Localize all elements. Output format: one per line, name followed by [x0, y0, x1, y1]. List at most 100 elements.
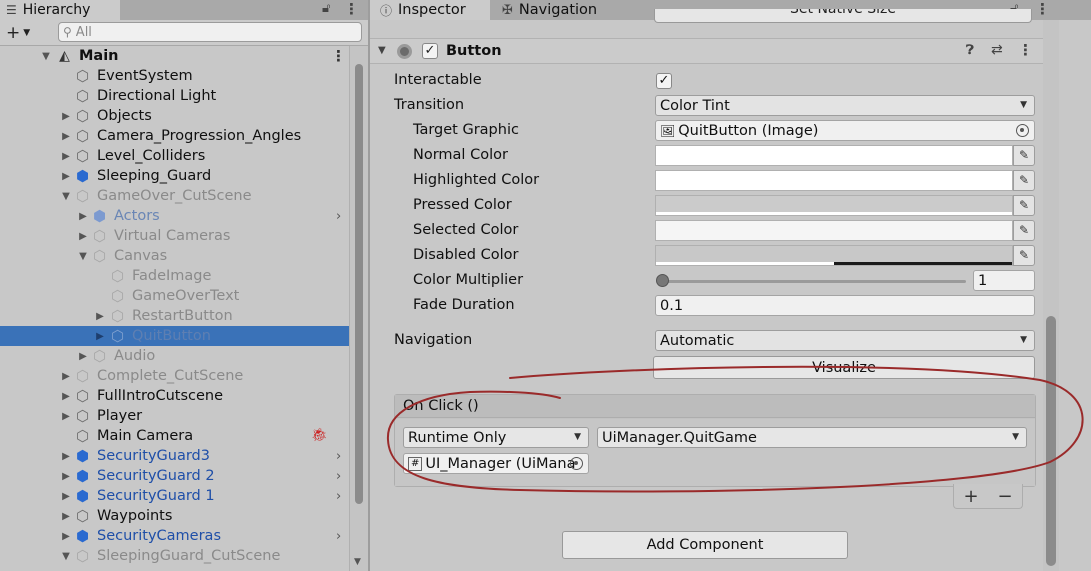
disabled-color-field[interactable]	[655, 245, 1013, 266]
expand-arrow-icon[interactable]: ▶	[60, 491, 72, 502]
tab-inspector[interactable]: ⓘ Inspector	[370, 0, 490, 20]
chevron-right-icon[interactable]: ›	[336, 469, 341, 484]
transition-dropdown[interactable]: Color Tint ▼	[655, 95, 1035, 116]
hierarchy-item[interactable]: ⬡ FadeImage	[0, 266, 349, 286]
selected-color-field[interactable]	[655, 220, 1013, 241]
expand-arrow-icon[interactable]: ▶	[60, 391, 72, 402]
chevron-right-icon[interactable]: ›	[336, 489, 341, 504]
fade-duration-input[interactable]: 0.1	[655, 295, 1035, 316]
expand-arrow-icon[interactable]: ▶	[60, 371, 72, 382]
more-options-icon[interactable]: ⋮	[1035, 0, 1050, 18]
minus-icon[interactable]: −	[997, 486, 1012, 507]
foldout-arrow-icon[interactable]: ▼	[378, 45, 386, 56]
hierarchy-item[interactable]: ▶ ⬢ SecurityCameras ›	[0, 526, 349, 546]
expand-arrow-icon[interactable]: ▼	[60, 191, 72, 202]
expand-arrow-icon[interactable]: ▶	[60, 111, 72, 122]
plus-icon[interactable]: +	[963, 486, 978, 507]
search-input[interactable]	[75, 24, 336, 40]
set-native-size-button[interactable]: Set Native Size	[654, 9, 1032, 23]
object-picker-icon[interactable]	[1016, 124, 1029, 137]
expand-arrow-icon[interactable]: ▶	[60, 151, 72, 162]
hierarchy-item[interactable]: ▶ ⬡ Virtual Cameras	[0, 226, 349, 246]
color-multiplier-input[interactable]: 1	[973, 270, 1035, 291]
hierarchy-search[interactable]: ⚲	[58, 22, 362, 42]
hierarchy-item[interactable]: ▶ ⬢ SecurityGuard 1 ›	[0, 486, 349, 506]
tab-navigation[interactable]: ✠ Navigation	[492, 0, 612, 20]
hierarchy-item[interactable]: ⬡ GameOverText	[0, 286, 349, 306]
hierarchy-item[interactable]: ⬡ Directional Light	[0, 86, 349, 106]
scene-row-main[interactable]: ▼ ◭ Main ⋮	[0, 46, 349, 66]
hierarchy-scrollbar[interactable]: ▼	[349, 46, 368, 571]
hierarchy-item[interactable]: ▶ ⬢ SecurityGuard 2 ›	[0, 466, 349, 486]
hierarchy-item[interactable]: ▶ ⬡ Complete_CutScene	[0, 366, 349, 386]
expand-arrow-icon[interactable]: ▶	[60, 511, 72, 522]
expand-arrow-icon[interactable]: ▼	[77, 251, 89, 262]
runtime-dropdown[interactable]: Runtime Only ▼	[403, 427, 589, 448]
component-enabled-checkbox[interactable]: ✓	[422, 43, 438, 59]
hierarchy-item[interactable]: ▶ ⬡ Audio	[0, 346, 349, 366]
expand-arrow-icon[interactable]: ▶	[60, 171, 72, 182]
hierarchy-item[interactable]: ▶ ⬡ RestartButton	[0, 306, 349, 326]
expand-arrow-icon[interactable]: ▶	[60, 411, 72, 422]
hierarchy-item[interactable]: ▼ ⬡ Canvas	[0, 246, 349, 266]
hierarchy-item[interactable]: ⬡ EventSystem	[0, 66, 349, 86]
inspector-scroll-thumb[interactable]	[1046, 316, 1056, 566]
expand-arrow-icon[interactable]: ▶	[94, 311, 106, 322]
create-button[interactable]: + ▼	[6, 23, 30, 43]
tab-hierarchy[interactable]: ☰ Hierarchy	[0, 0, 120, 20]
target-object-field[interactable]: # UI_Manager (UiMana	[403, 453, 589, 474]
expand-arrow-icon[interactable]: ▶	[77, 231, 89, 242]
hierarchy-item[interactable]: ⬡ Main Camera 🐞︎	[0, 426, 349, 446]
expand-arrow-icon[interactable]: ▼	[40, 51, 52, 62]
inspector-scrollbar[interactable]	[1043, 20, 1059, 571]
object-picker-icon[interactable]	[570, 457, 583, 470]
normal-color-field[interactable]	[655, 145, 1013, 166]
hierarchy-item[interactable]: ▶ ⬡ Level_Colliders	[0, 146, 349, 166]
more-options-icon[interactable]: ⋮	[344, 0, 359, 18]
expand-arrow-icon[interactable]: ▶	[60, 131, 72, 142]
expand-arrow-icon[interactable]: ▶	[77, 211, 89, 222]
onclick-entry[interactable]: Runtime Only ▼ UiManager.QuitGame ▼ # UI…	[395, 419, 1035, 486]
lock-icon[interactable]: 🔓︎	[322, 1, 330, 16]
hierarchy-item[interactable]: ▶ ⬡ Camera_Progression_Angles	[0, 126, 349, 146]
hierarchy-item[interactable]: ▶ ⬡ Objects	[0, 106, 349, 126]
expand-arrow-icon[interactable]: ▶	[77, 351, 89, 362]
eyedropper-icon[interactable]: ✎	[1013, 245, 1035, 266]
highlighted-color-field[interactable]	[655, 170, 1013, 191]
hierarchy-item[interactable]: ▶ ⬡ Player	[0, 406, 349, 426]
hierarchy-item[interactable]: ▶ ⬢ SecurityGuard3 ›	[0, 446, 349, 466]
chevron-right-icon[interactable]: ›	[336, 209, 341, 224]
eyedropper-icon[interactable]: ✎	[1013, 145, 1035, 166]
hierarchy-item[interactable]: ▼ ⬡ SleepingGuard_CutScene	[0, 546, 349, 566]
chevron-right-icon[interactable]: ›	[336, 449, 341, 464]
component-menu-icon[interactable]: ⋮	[1018, 41, 1033, 59]
color-multiplier-slider[interactable]	[660, 280, 966, 283]
hierarchy-item[interactable]: ▶ ⬢ Actors ›	[0, 206, 349, 226]
navigation-dropdown[interactable]: Automatic ▼	[655, 330, 1035, 351]
pressed-color-field[interactable]	[655, 195, 1013, 216]
slider-handle[interactable]	[656, 274, 669, 287]
hierarchy-item[interactable]: ▶ ⬢ Sleeping_Guard	[0, 166, 349, 186]
help-icon[interactable]: ❓︎	[966, 43, 974, 58]
eyedropper-icon[interactable]: ✎	[1013, 170, 1035, 191]
button-component-header[interactable]: ▼ ✓ Button ❓︎ ⇄ ⋮	[370, 38, 1043, 64]
target-graphic-field[interactable]: 🖼︎ QuitButton (Image)	[655, 120, 1035, 141]
function-dropdown[interactable]: UiManager.QuitGame ▼	[597, 427, 1027, 448]
eyedropper-icon[interactable]: ✎	[1013, 195, 1035, 216]
expand-arrow-icon[interactable]: ▶	[60, 471, 72, 482]
hierarchy-item[interactable]: ▶ ⬡ FullIntroCutscene	[0, 386, 349, 406]
expand-arrow-icon[interactable]: ▶	[60, 531, 72, 542]
add-component-button[interactable]: Add Component	[562, 531, 848, 559]
expand-arrow-icon[interactable]: ▶	[94, 331, 106, 342]
scroll-down-icon[interactable]: ▼	[354, 557, 361, 567]
hierarchy-item[interactable]: ▶ ⬡ Waypoints	[0, 506, 349, 526]
eyedropper-icon[interactable]: ✎	[1013, 220, 1035, 241]
visualize-button[interactable]: Visualize	[653, 356, 1035, 379]
hierarchy-item[interactable]: ▼ ⬡ GameOver_CutScene	[0, 186, 349, 206]
hierarchy-item-selected[interactable]: ▶ ⬡ QuitButton	[0, 326, 349, 346]
hierarchy-scroll-thumb[interactable]	[355, 64, 363, 504]
expand-arrow-icon[interactable]: ▼	[60, 551, 72, 562]
interactable-checkbox[interactable]: ✓	[656, 73, 672, 89]
scene-menu-icon[interactable]: ⋮	[331, 47, 346, 65]
preset-icon[interactable]: ⇄	[991, 42, 1003, 58]
